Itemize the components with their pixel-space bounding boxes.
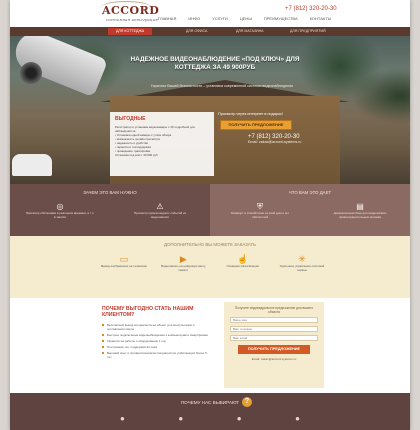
advantages-title: Выгодные (115, 116, 146, 122)
why-need-title: Зачем это вам нужно (83, 190, 137, 195)
cta-box: Просмотр через интернет в подарок! ПОЛУЧ… (218, 112, 314, 176)
extra-item-text: Удаленное управление системой охраны (279, 264, 325, 272)
why-item-text: Просмотр произошедших событий из видеоза… (133, 211, 187, 219)
extras-title: Дополнительно вы можете заказать (164, 242, 256, 247)
phone-field[interactable] (230, 326, 318, 332)
extras-section: Дополнительно вы можете заказать ▭ Вывод… (10, 236, 410, 298)
feature-icon: ● (295, 414, 300, 423)
benefit-item: Бесплатный выезд специалиста на объект д… (102, 323, 212, 331)
why-gives-column: Что вам это дает ⛨ Комфорт и спокойствие… (210, 184, 410, 236)
advantages-box: Выгодные Регистратор и установка видеока… (110, 112, 214, 176)
hero-title: Надежное видеонаблюдение «под ключ» для … (130, 56, 300, 71)
nav-item-advantages[interactable]: Преимущества (264, 16, 298, 21)
why-choose-title: Почему нас выбирают (180, 400, 240, 405)
logo[interactable]: ACCORD системная интеграция (100, 1, 159, 24)
feature-icon: ● (120, 414, 125, 423)
benefit-item: Постоянная тех. поддержка 24 часа (102, 345, 212, 349)
why-item: ⚠ Просмотр произошедших событий из видео… (125, 202, 195, 220)
feature-icon: ● (236, 414, 242, 423)
hero-subtitle: Гарантия Вашей безопасности – установка … (150, 84, 294, 88)
extra-item: ▶ Видеозапись на цифровую карту памяти (157, 254, 209, 272)
question-icon: ? (244, 398, 250, 405)
nav-item-services[interactable]: Услуги (212, 16, 228, 21)
cta-label: Просмотр через интернет в подарок! (218, 112, 283, 116)
tab-enterprise[interactable]: Для предприятий (282, 28, 334, 35)
extra-item: ✳ Удаленное управление системой охраны (276, 254, 328, 272)
benefit-item: Высокий опыт и профессионализм специалис… (102, 351, 212, 359)
tab-office[interactable]: Для офиса (178, 28, 215, 35)
why-item: ⛨ Комфорт и спокойствие за свой дом и ег… (225, 202, 295, 220)
nav-item-contacts[interactable]: Контакты (310, 16, 332, 21)
why-section: Зачем это вам нужно ◎ Просмотр обстановк… (10, 184, 410, 236)
why-gives-title: Что вам это дает (288, 190, 332, 195)
feature-icon: ● (178, 414, 184, 423)
extra-item: ▭ Вывод изображения на телевизор (98, 254, 150, 272)
logo-text: ACCORD (102, 4, 160, 17)
extra-item-text: Охранная сигнализация (226, 264, 259, 268)
get-offer-button[interactable]: ПОЛУЧИТЬ ПРЕДЛОЖЕНИЕ (220, 120, 292, 130)
segment-tabs: Для коттеджа Для офиса Для магазина Для … (10, 27, 410, 36)
landing-page: ACCORD системная интеграция Главная Инфо… (10, 0, 410, 430)
logo-subtitle: системная интеграция (106, 17, 158, 22)
extra-item-text: Вывод изображения на телевизор (101, 264, 147, 268)
header-phone[interactable]: +7 (812) 320-20-30 (285, 6, 337, 12)
nav-item-home[interactable]: Главная (158, 16, 176, 21)
offer-form: Получите индивидуальное предложение для … (224, 302, 324, 388)
why-item: ▤ Доказательная база для видеозаписи пра… (325, 202, 395, 220)
main-nav: Главная Инфо Услуги Цены Преимущества Ко… (158, 16, 331, 21)
why-item-text: Комфорт и спокойствие за свой дом и его … (230, 211, 290, 219)
name-field[interactable] (230, 317, 318, 323)
benefit-item: Быстрое подключение видеонаблюдения к ко… (102, 333, 212, 337)
nav-item-info[interactable]: Инфо (188, 16, 200, 21)
car-image (12, 154, 52, 176)
form-email[interactable]: Email: zakaz@accord-systems.ru (230, 357, 318, 361)
email-field[interactable] (230, 335, 318, 341)
camera-lens (20, 62, 42, 84)
why-item-text: Просмотр обстановки в реальном времени, … (25, 211, 95, 219)
why-item-text: Доказательная база для видеозаписи право… (333, 211, 387, 219)
cta-email[interactable]: Email: zakaz@accord-systems.ru (248, 140, 314, 144)
why-choose-icons: ● ● ● ● (120, 414, 300, 423)
advantage-price: Установка под ключ: 49 900 руб (115, 153, 158, 157)
why-choose-section: Почему нас выбирают ? ● ● ● ● (10, 393, 410, 430)
extra-item: ☝ Охранная сигнализация (217, 254, 269, 272)
why-need-column: Зачем это вам нужно ◎ Просмотр обстановк… (10, 184, 210, 236)
header: ACCORD системная интеграция Главная Инфо… (10, 0, 410, 27)
hero-banner: Надежное видеонаблюдение «под ключ» для … (10, 36, 410, 184)
benefits-title: Почему выгодно стать нашим клиентом? (102, 306, 194, 319)
nav-item-prices[interactable]: Цены (240, 16, 252, 21)
tab-cottage[interactable]: Для коттеджа (108, 28, 153, 35)
tab-shop[interactable]: Для магазина (228, 28, 272, 35)
submit-offer-button[interactable]: ПОЛУЧИТЬ ПРЕДЛОЖЕНИЕ (238, 345, 310, 354)
benefit-item: Гарантия на работы и оборудование 1 год (102, 339, 212, 343)
why-item: ◎ Просмотр обстановки в реальном времени… (25, 202, 95, 220)
benefits-list: Почему выгодно стать нашим клиентом? Бес… (102, 306, 212, 361)
benefits-section: Почему выгодно стать нашим клиентом? Бес… (10, 298, 410, 393)
extra-item-text: Видеозапись на цифровую карту памяти (161, 264, 206, 272)
form-title: Получите индивидуальное предложение для … (234, 306, 314, 314)
question-badge: ? (242, 397, 252, 407)
advantage-item: Регистратор и установка видеокамеры с 4K… (115, 125, 195, 133)
